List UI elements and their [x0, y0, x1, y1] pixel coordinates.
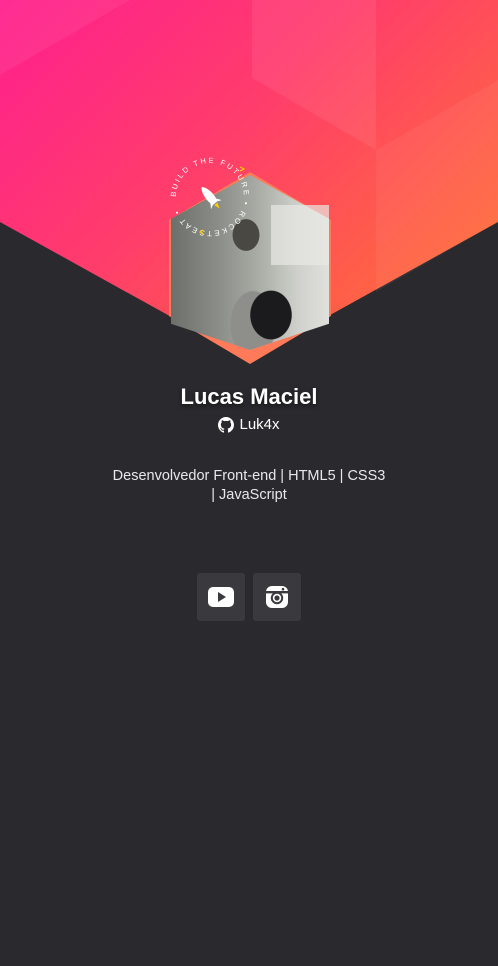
rocket-icon [201, 187, 222, 210]
github-icon [218, 416, 235, 433]
instagram-button[interactable] [253, 573, 301, 621]
social-links [0, 573, 498, 621]
github-username: Luk4x [239, 416, 280, 433]
profile-bio: Desenvolvedor Front-end | HTML5 | CSS3 |… [112, 468, 386, 503]
github-link[interactable]: Luk4x [0, 416, 498, 433]
youtube-button[interactable] [197, 573, 245, 621]
youtube-icon [208, 587, 234, 607]
rocketseat-badge: BUILD THE FUTURE • ROCKETSEAT • [169, 156, 249, 238]
badge-accent [239, 166, 246, 172]
instagram-icon [266, 586, 288, 608]
avatar-photo-detail [271, 205, 329, 265]
profile-name: Lucas Maciel [180, 384, 318, 409]
profile-page: BUILD THE FUTURE • ROCKETSEAT • Lucas Ma… [0, 0, 498, 966]
